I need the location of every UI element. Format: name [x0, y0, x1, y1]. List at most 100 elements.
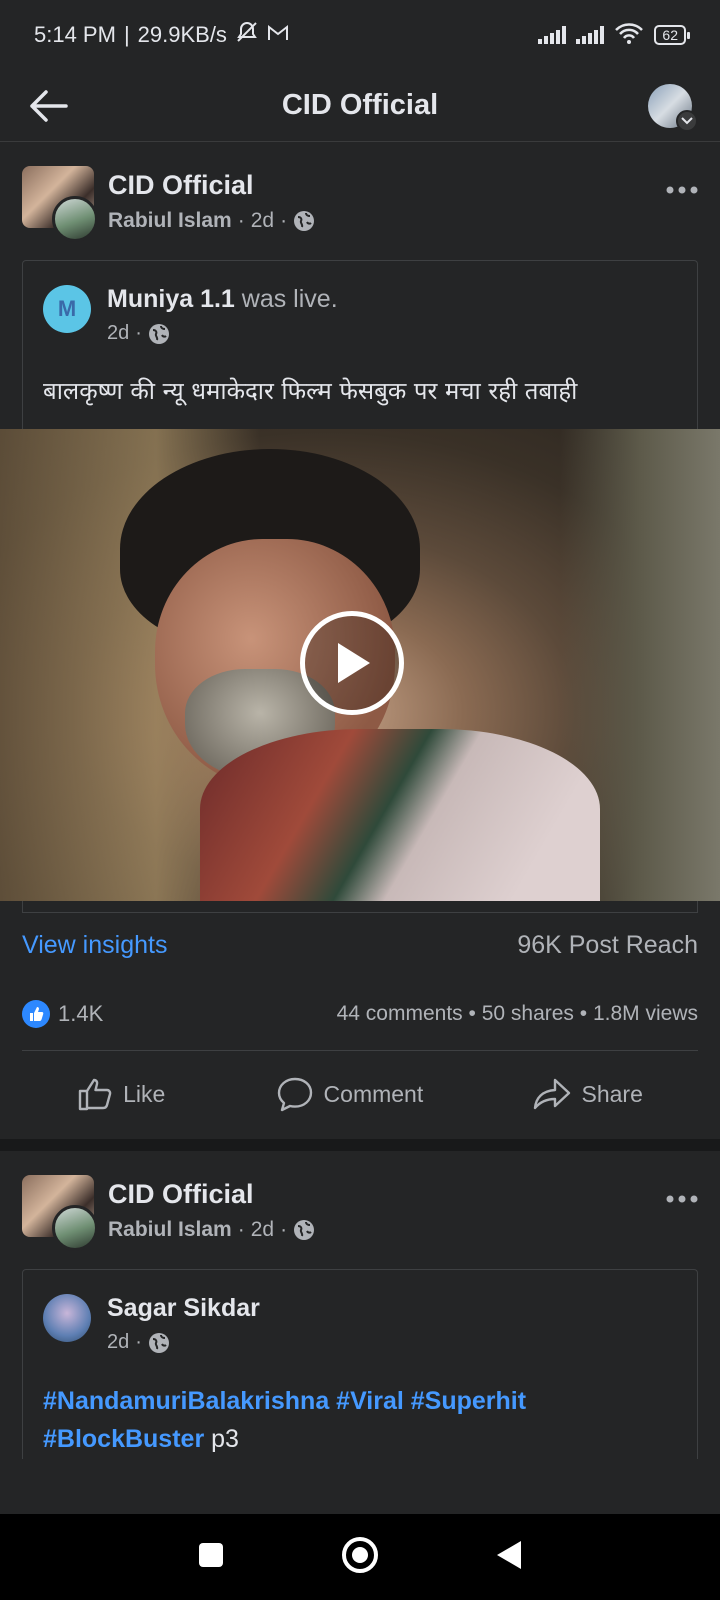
recents-button[interactable]: [197, 1541, 225, 1574]
chevron-down-icon: [676, 109, 698, 132]
post-1: CID Official Rabiul Islam · 2d · M Muniy…: [0, 142, 720, 1137]
post-header: CID Official Rabiul Islam · 2d ·: [22, 166, 698, 242]
signal-icon: [538, 26, 567, 44]
status-separator: |: [123, 22, 130, 47]
status-left: 5:14 PM | 29.9KB/s: [34, 20, 289, 50]
post-page-name[interactable]: CID Official: [108, 170, 315, 201]
post-author[interactable]: Rabiul Islam: [108, 1218, 232, 1242]
more-options-button[interactable]: [666, 170, 698, 201]
author-avatar: [52, 1205, 98, 1251]
signal-icon-2: [576, 26, 605, 44]
page-title: CID Official: [281, 89, 439, 121]
likes-count[interactable]: 1.4K: [22, 1000, 103, 1028]
back-button[interactable]: [28, 84, 72, 128]
hashtag-text: p3: [204, 1425, 239, 1453]
more-icon: [666, 186, 698, 194]
meta-dot: ·: [135, 1331, 142, 1353]
post-reach: 96K Post Reach: [517, 931, 698, 959]
wifi-icon: [614, 22, 644, 49]
hashtags: #NandamuriBalakrishna #Viral #Superhit #…: [43, 1382, 677, 1458]
hashtag-line-2: #BlockBuster p3: [43, 1420, 677, 1458]
more-options-button[interactable]: [666, 1179, 698, 1210]
post-author[interactable]: Rabiul Islam: [108, 209, 232, 233]
profile-avatar[interactable]: [648, 83, 698, 132]
meta-dot: ·: [237, 209, 245, 232]
share-label: Share: [581, 1080, 643, 1107]
video-figure-shirt: [200, 729, 600, 901]
author-avatar: [52, 196, 98, 242]
shared-post-card[interactable]: M Muniya 1.1 was live. 2d · बालकृष्ण की …: [22, 260, 698, 429]
post-header-text: CID Official Rabiul Islam · 2d ·: [108, 166, 315, 233]
post-meta: Rabiul Islam · 2d ·: [108, 1218, 315, 1242]
views-count: 1.8M views: [592, 1002, 698, 1025]
like-button[interactable]: Like: [77, 1077, 165, 1111]
count-separator: •: [579, 1002, 593, 1025]
post-2: CID Official Rabiul Islam · 2d · Sagar S…: [0, 1151, 720, 1459]
mute-icon: [235, 20, 259, 50]
like-icon: [78, 1078, 112, 1111]
shared-post-card[interactable]: Sagar Sikdar 2d · #NandamuriBalakrishna …: [22, 1269, 698, 1459]
view-insights-link[interactable]: View insights: [22, 931, 167, 960]
comment-label: Comment: [323, 1080, 424, 1107]
shared-time: 2d: [107, 1331, 130, 1353]
comment-button[interactable]: Comment: [276, 1076, 424, 1112]
post-page-name[interactable]: CID Official: [108, 1179, 315, 1210]
meta-dot: ·: [237, 1218, 245, 1241]
globe-icon: [148, 1332, 169, 1353]
post-header: CID Official Rabiul Islam · 2d ·: [22, 1175, 698, 1251]
comments-count[interactable]: 44 comments: [337, 1002, 463, 1025]
back-arrow-icon: [30, 89, 68, 122]
triangle-nav-icon: [496, 1540, 521, 1569]
meta-dot: ·: [280, 209, 288, 232]
shared-avatar[interactable]: [43, 1294, 91, 1342]
shared-name-line: Sagar Sikdar: [107, 1294, 260, 1323]
video-player[interactable]: [0, 429, 720, 901]
shared-name-line: Muniya 1.1 was live.: [107, 285, 338, 314]
more-icon: [666, 1195, 698, 1203]
engagement-row: 1.4K 44 comments • 50 shares • 1.8M view…: [22, 1000, 698, 1051]
meta-dot: ·: [280, 1218, 288, 1241]
status-bar: 5:14 PM | 29.9KB/s 62: [0, 0, 720, 70]
shared-meta: 2d ·: [107, 322, 338, 345]
status-right: 62: [538, 22, 690, 49]
shared-name[interactable]: Sagar Sikdar: [107, 1294, 260, 1322]
likes-value: 1.4K: [58, 1001, 104, 1026]
gmail-icon: [267, 22, 289, 48]
like-label: Like: [123, 1080, 166, 1107]
shared-avatar[interactable]: M: [43, 285, 91, 333]
shared-header-text: Muniya 1.1 was live. 2d ·: [107, 285, 338, 345]
status-time: 5:14 PM: [34, 22, 116, 47]
status-speed: 29.9KB/s: [137, 22, 227, 47]
square-nav-icon: [199, 1542, 224, 1567]
play-button[interactable]: [300, 611, 404, 715]
home-button[interactable]: [340, 1535, 380, 1580]
hashtag-line[interactable]: #NandamuriBalakrishna #Viral #Superhit: [43, 1382, 677, 1420]
thumbs-up-icon: [22, 1000, 50, 1028]
post-meta: Rabiul Islam · 2d ·: [108, 209, 315, 233]
page-avatar[interactable]: [22, 1175, 98, 1251]
globe-icon: [294, 1220, 315, 1240]
share-button[interactable]: Share: [533, 1078, 643, 1110]
circle-nav-icon: [341, 1536, 378, 1573]
post-time: 2d: [250, 1218, 275, 1241]
count-separator: •: [468, 1002, 482, 1025]
back-nav-button[interactable]: [495, 1539, 523, 1576]
action-bar: Like Comment Share: [22, 1051, 698, 1137]
insights-row: View insights 96K Post Reach: [22, 931, 698, 960]
meta-dot: ·: [135, 322, 142, 344]
post-divider: [0, 1139, 720, 1151]
hashtag-link[interactable]: #BlockBuster: [43, 1425, 204, 1453]
shared-name[interactable]: Muniya 1.1: [107, 285, 235, 313]
shared-post-header: Sagar Sikdar 2d ·: [43, 1294, 677, 1354]
shared-time: 2d: [107, 322, 130, 344]
counts: 44 comments • 50 shares • 1.8M views: [337, 1002, 698, 1026]
system-nav-bar: [0, 1514, 720, 1600]
post-header-text: CID Official Rabiul Islam · 2d ·: [108, 1175, 315, 1242]
page-avatar[interactable]: [22, 166, 98, 242]
play-icon: [338, 643, 370, 683]
share-icon: [534, 1078, 571, 1110]
app-bar: CID Official: [0, 70, 720, 142]
shares-count[interactable]: 50 shares: [482, 1002, 574, 1025]
shared-meta: 2d ·: [107, 1331, 260, 1354]
post-time: 2d: [250, 209, 275, 232]
